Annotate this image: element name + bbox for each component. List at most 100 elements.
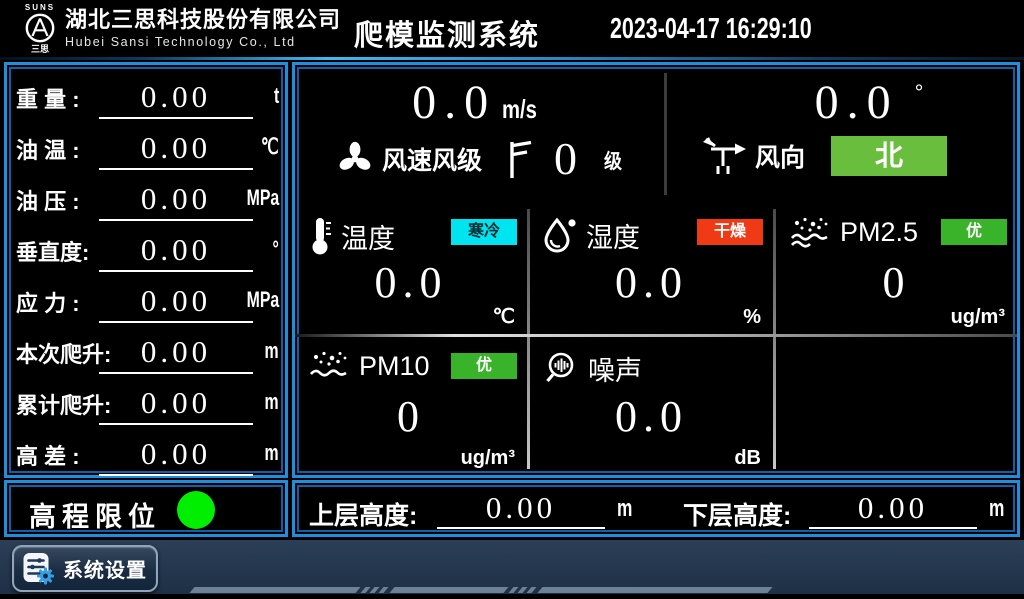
- upper-height-value: 0.00: [437, 485, 605, 529]
- sensor-value: 0.0: [530, 261, 773, 305]
- metric-unit: ℃: [261, 134, 279, 160]
- wind-section: 0.0 m/s 风速风级: [295, 65, 1017, 203]
- metric-value: 0.00: [99, 277, 253, 323]
- sensor-unit: ℃: [493, 304, 515, 329]
- metric-row-stress: 应 力 : 0.00 MPa: [7, 275, 285, 326]
- metric-label: 应 力 :: [16, 286, 80, 318]
- metric-value: 0.00: [99, 124, 253, 170]
- temperature-status-badge: 寒冷: [451, 219, 517, 245]
- footer-stripe-segment: [389, 587, 508, 593]
- lower-height-value: 0.00: [809, 485, 977, 529]
- sensor-grid: 温度 寒冷 0.0 ℃ 湿度 干燥 0.0 %: [295, 203, 1017, 475]
- wind-vane-icon: [701, 136, 747, 176]
- logo: SUNS 三思 湖北三思科技股份有限公司 Hubei Sansi Technol…: [24, 0, 341, 57]
- elevation-limit-label: 高程限位: [29, 495, 161, 534]
- dust-icon: [308, 349, 350, 383]
- sensor-name: 温度: [341, 217, 395, 256]
- wind-speed-unit: m/s: [502, 94, 537, 125]
- sensor-cell-noise: 噪声 0.0 dB: [530, 337, 773, 475]
- wind-direction-label: 风向: [755, 138, 805, 174]
- metric-row-verticality: 垂直度: 0.00 °: [7, 224, 285, 275]
- header-accent-line: [0, 57, 1024, 60]
- elevation-limit-indicator: [177, 491, 215, 529]
- grid-vertical-divider: [527, 209, 530, 469]
- pm10-status-badge: 优: [451, 353, 517, 379]
- wind-level-unit: 级: [604, 145, 622, 174]
- noise-icon: [543, 351, 579, 387]
- sansi-logo-icon: [24, 12, 56, 44]
- sensor-name: PM2.5: [840, 217, 918, 248]
- metric-unit: °: [273, 236, 279, 262]
- screen: SUNS 三思 湖北三思科技股份有限公司 Hubei Sansi Technol…: [0, 0, 1024, 599]
- sensor-unit: dB: [734, 447, 761, 470]
- metric-label: 垂直度:: [16, 235, 89, 267]
- wind-direction-unit: °: [915, 80, 924, 106]
- sensor-name: PM10: [359, 351, 430, 382]
- metric-row-weight: 重 量 : 0.00 t: [7, 71, 285, 122]
- metric-label: 油 压 :: [16, 184, 80, 216]
- sliders-gear-icon: [22, 551, 55, 586]
- wind-direction-value: 0.0: [815, 76, 899, 129]
- metric-unit: m: [265, 338, 279, 364]
- upper-height-label: 上层高度:: [309, 496, 417, 532]
- footer-stripe-slash: [378, 587, 388, 593]
- sensor-unit: ug/m³: [951, 306, 1005, 329]
- footer-bar: 系统设置: [0, 540, 1024, 599]
- metric-label: 油 温 :: [16, 133, 80, 165]
- metric-unit: MPa: [246, 287, 279, 313]
- sensor-unit: %: [743, 306, 761, 329]
- sensor-value: 0: [295, 395, 527, 439]
- wind-compass-button[interactable]: 北: [831, 136, 947, 176]
- grid-vertical-divider: [773, 209, 776, 469]
- fan-icon: [336, 140, 374, 178]
- metric-value: 0.00: [99, 73, 253, 119]
- metrics-panel: 重 量 : 0.00 t 油 温 : 0.00 ℃ 油 压 : 0.00 MPa…: [4, 62, 288, 478]
- environment-panel: 0.0 m/s 风速风级: [292, 62, 1020, 478]
- metric-value: 0.00: [99, 328, 253, 374]
- sensor-cell-temperature: 温度 寒冷 0.0 ℃: [295, 203, 527, 334]
- wind-level-value: 0: [554, 136, 585, 182]
- pm25-status-badge: 优: [941, 219, 1007, 245]
- dust-icon: [789, 215, 831, 249]
- metric-unit: MPa: [246, 185, 279, 211]
- wind-direction-cell: 0.0 ° 风向 北: [667, 65, 1017, 203]
- wind-speed-cell: 0.0m/s 风速风级: [295, 65, 664, 203]
- sensor-name: 湿度: [586, 216, 640, 255]
- footer-stripe-segment: [537, 587, 772, 593]
- droplet-icon: [543, 215, 577, 255]
- metric-row-total-climb: 累计爬升: 0.00 m: [7, 377, 285, 428]
- metric-unit: m: [265, 389, 279, 415]
- metric-label: 重 量 :: [16, 82, 80, 114]
- metric-value: 0.00: [99, 175, 253, 221]
- sensor-name: 噪声: [588, 349, 642, 388]
- layer-heights-box: 上层高度: 0.00 m 下层高度: 0.00 m: [292, 480, 1020, 537]
- logo-emblem: SUNS 三思: [24, 4, 56, 54]
- metric-row-oil-pressure: 油 压 : 0.00 MPa: [7, 173, 285, 224]
- footer-bottom-edge: [0, 594, 1024, 599]
- logo-sansi-text: 三思: [31, 45, 49, 54]
- footer-stripe-slash: [526, 587, 536, 593]
- wind-speed-label: 风速风级: [382, 141, 482, 177]
- metric-label: 高 差 :: [16, 439, 80, 471]
- sensor-unit: ug/m³: [461, 447, 515, 470]
- sensor-cell-empty: [776, 337, 1017, 475]
- footer-stripe-segment: [189, 587, 360, 593]
- metric-value: 0.00: [99, 226, 253, 272]
- sensor-value: 0: [776, 261, 1017, 305]
- sensor-value: 0.0: [530, 395, 773, 439]
- metric-row-height-diff: 高 差 : 0.00 m: [7, 428, 285, 479]
- sensor-value: 0.0: [295, 261, 527, 305]
- metric-label: 累计爬升:: [16, 388, 111, 420]
- sensor-cell-humidity: 湿度 干燥 0.0 %: [530, 203, 773, 334]
- datetime: 2023-04-17 16:29:10: [610, 13, 812, 46]
- metric-unit: t: [274, 83, 279, 109]
- humidity-status-badge: 干燥: [697, 219, 763, 245]
- upper-height-unit: m: [617, 495, 632, 523]
- sensor-cell-pm10: PM10 优 0 ug/m³: [295, 337, 527, 475]
- header: SUNS 三思 湖北三思科技股份有限公司 Hubei Sansi Technol…: [0, 0, 1024, 57]
- metric-value: 0.00: [99, 430, 253, 476]
- settings-button-label: 系统设置: [63, 554, 147, 583]
- metric-row-current-climb: 本次爬升: 0.00 m: [7, 326, 285, 377]
- logo-suns-text: SUNS: [25, 4, 55, 12]
- system-settings-button[interactable]: 系统设置: [12, 545, 158, 592]
